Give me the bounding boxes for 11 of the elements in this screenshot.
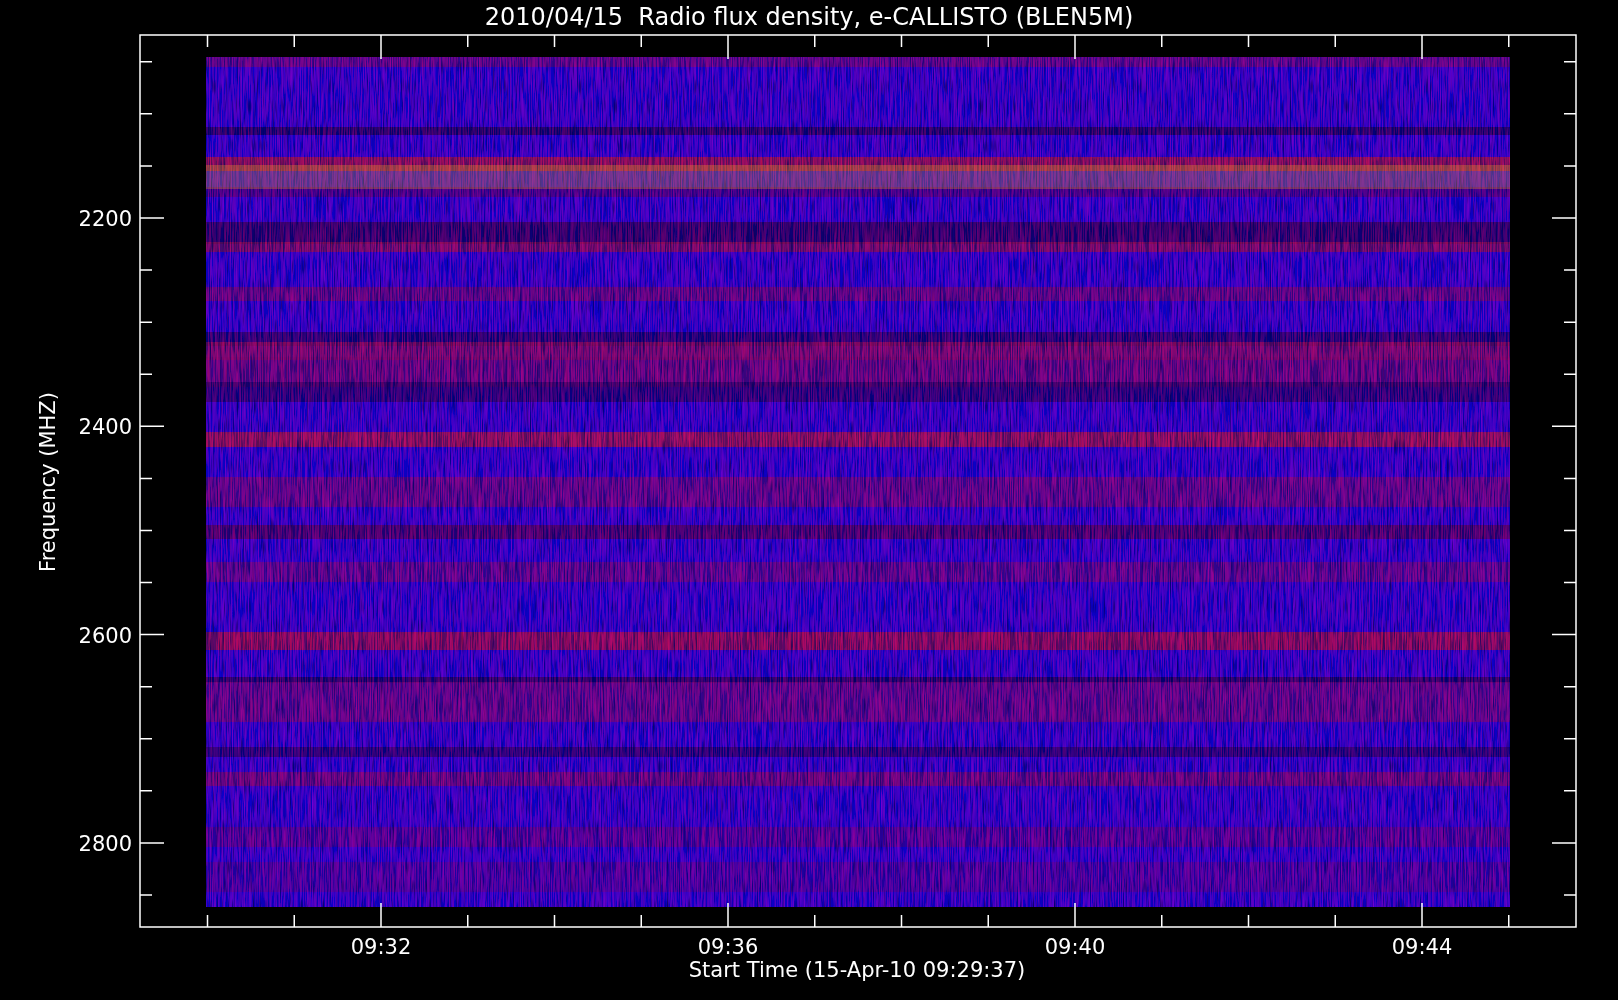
x-tick-label: 09:44 [1391,935,1453,959]
y-tick-label: 2800 [78,831,132,856]
x-tick-label: 09:36 [697,935,759,959]
y-axis-label: Frequency (MHZ) [36,392,60,572]
y-tick-label: 2200 [78,207,132,231]
x-tick-label: 09:32 [350,935,412,959]
y-tick-label: 2400 [78,415,132,440]
y-tick-label: 2600 [78,623,132,648]
chart-title: 2010/04/15 Radio flux density, e-CALLISTO (BLEN5M) [484,3,1134,31]
x-tick-label: 09:40 [1044,935,1106,959]
x-axis-label: Start Time (15-Apr-10 09:29:37) [688,958,1026,982]
